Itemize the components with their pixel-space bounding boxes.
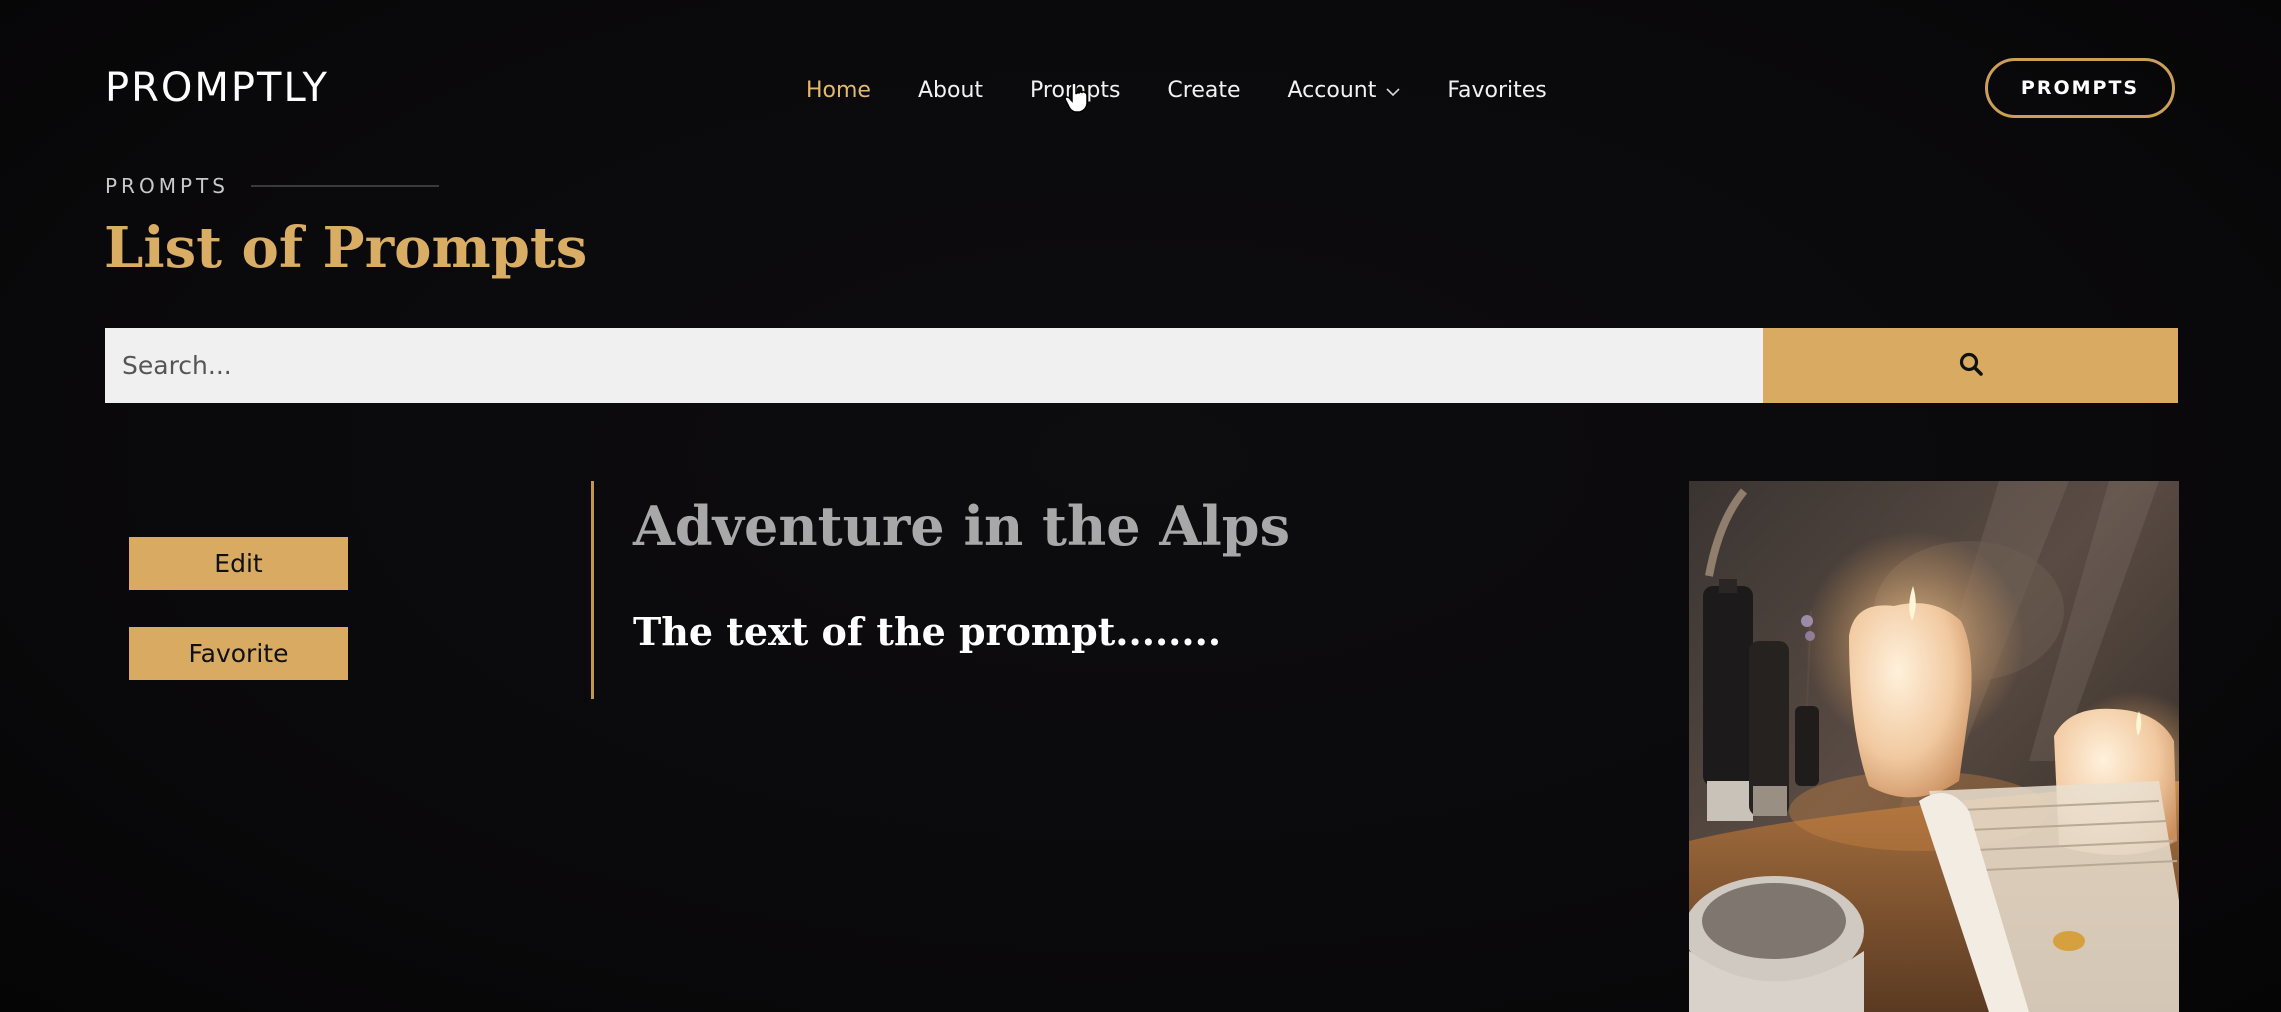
prompt-text: The text of the prompt........ [633,609,1222,654]
nav-account[interactable]: Account [1288,78,1401,103]
prompt-image [1689,481,2179,1012]
search-button[interactable] [1763,328,2178,403]
nav-create-label: Create [1167,77,1241,103]
prompt-accent-divider [591,481,594,699]
nav-home-label: Home [806,77,871,103]
chevron-down-icon [1386,78,1400,103]
search-icon [1958,351,1984,381]
prompts-cta-button[interactable]: PROMPTS [1985,58,2175,118]
nav-about-label: About [917,77,984,103]
section-eyebrow: PROMPTS [105,174,439,198]
eyebrow-divider [250,185,439,187]
search-input[interactable] [105,328,1763,403]
nav-about[interactable]: About [918,78,983,103]
nav-favorites-label: Favorites [1447,77,1547,103]
hand-cursor-icon [1064,82,1090,118]
candles-photo [1689,481,2179,1012]
favorite-button[interactable]: Favorite [129,627,348,680]
page-title: List of Prompts [104,215,588,281]
nav-account-label: Account [1287,77,1377,103]
edit-button[interactable]: Edit [129,537,348,590]
eyebrow-label: PROMPTS [105,174,229,198]
prompt-title: Adventure in the Alps [633,494,1290,558]
nav-create[interactable]: Create [1167,78,1240,103]
search-bar [105,328,2178,403]
nav-home[interactable]: Home [806,78,871,103]
nav-favorites[interactable]: Favorites [1447,78,1546,103]
brand-logo[interactable]: PROMPTLY [105,60,329,116]
main-nav: Home About Prompts Create Account Favori… [806,70,1594,110]
